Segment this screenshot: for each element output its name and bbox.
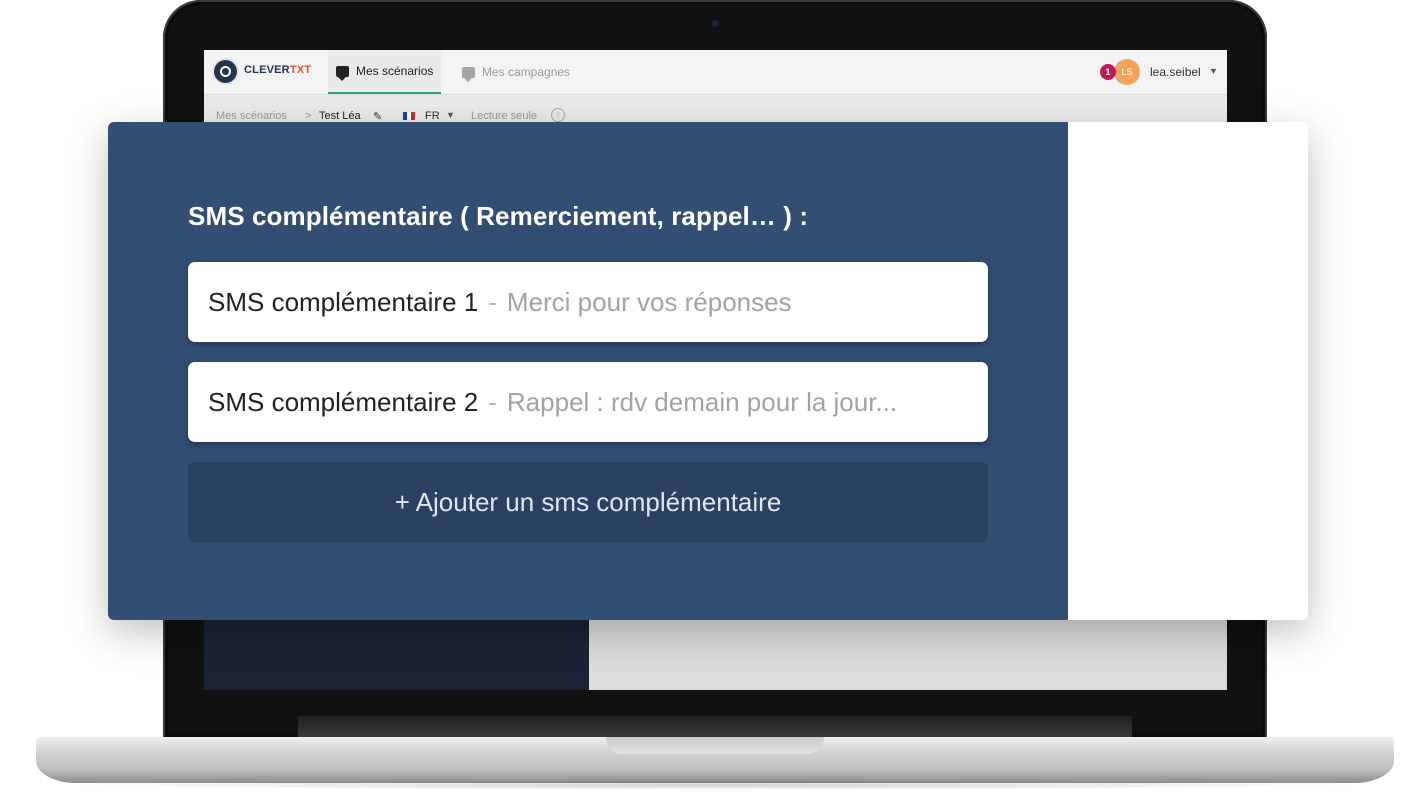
tab-label: Mes scénarios bbox=[356, 64, 434, 78]
camera-icon bbox=[710, 18, 721, 29]
brand-name[interactable]: CLEVERTXT bbox=[244, 64, 311, 76]
chat-icon bbox=[462, 66, 475, 82]
sms-item-separator: - bbox=[488, 386, 497, 417]
section-title: SMS complémentaire ( Remerciement, rappe… bbox=[188, 201, 809, 231]
sms-item-name: SMS complémentaire 1 bbox=[208, 286, 479, 317]
card-side-area bbox=[1068, 122, 1308, 620]
sms-item-preview: Rappel : rdv demain pour la jour... bbox=[506, 386, 898, 417]
breadcrumb-root[interactable]: Mes scénarios bbox=[216, 110, 287, 122]
readonly-label: Lecture seule bbox=[471, 110, 538, 122]
breadcrumb-current: Test Léa bbox=[319, 110, 361, 122]
app-header: CLEVERTXT Mes scénarios Mes campagnes LS… bbox=[204, 50, 1227, 95]
sms-item-preview: Merci pour vos réponses bbox=[506, 286, 792, 317]
laptop-notch bbox=[606, 737, 824, 754]
flag-fr-icon bbox=[403, 112, 415, 120]
sms-item-separator: - bbox=[488, 286, 497, 317]
chevron-down-icon[interactable]: ▼ bbox=[1209, 66, 1218, 76]
laptop-hinge bbox=[298, 716, 1132, 738]
sms-panel: SMS complémentaire ( Remerciement, rappe… bbox=[108, 122, 1068, 620]
brand-main: CLEVER bbox=[244, 64, 290, 76]
breadcrumb: Mes scénarios > Test Léa ✎ FR ▼ Lecture … bbox=[204, 95, 1227, 125]
sms-complementaire-card: SMS complémentaire ( Remerciement, rappe… bbox=[108, 122, 1308, 620]
chevron-down-icon[interactable]: ▼ bbox=[446, 110, 455, 120]
language-select[interactable]: FR bbox=[425, 110, 440, 122]
info-icon[interactable]: i bbox=[551, 108, 565, 122]
sms-item-1[interactable]: SMS complémentaire 1 - Merci pour vos ré… bbox=[188, 262, 988, 342]
breadcrumb-separator: > bbox=[305, 110, 312, 122]
tab-label: Mes campagnes bbox=[482, 65, 571, 79]
sms-item-name: SMS complémentaire 2 bbox=[208, 386, 479, 417]
tab-mes-scenarios[interactable]: Mes scénarios bbox=[328, 50, 442, 94]
tab-mes-campagnes[interactable]: Mes campagnes bbox=[454, 50, 578, 94]
avatar[interactable]: LS bbox=[1114, 59, 1140, 85]
chat-icon bbox=[336, 65, 349, 81]
add-sms-button[interactable]: + Ajouter un sms complémentaire bbox=[188, 462, 988, 542]
clevertxt-logo-icon[interactable] bbox=[212, 58, 239, 85]
username[interactable]: lea.seibel bbox=[1150, 65, 1201, 79]
sms-item-2[interactable]: SMS complémentaire 2 - Rappel : rdv dema… bbox=[188, 362, 988, 442]
brand-accent: TXT bbox=[289, 64, 312, 76]
laptop-shadow bbox=[60, 780, 1370, 790]
notification-badge[interactable]: 1 bbox=[1100, 64, 1116, 80]
